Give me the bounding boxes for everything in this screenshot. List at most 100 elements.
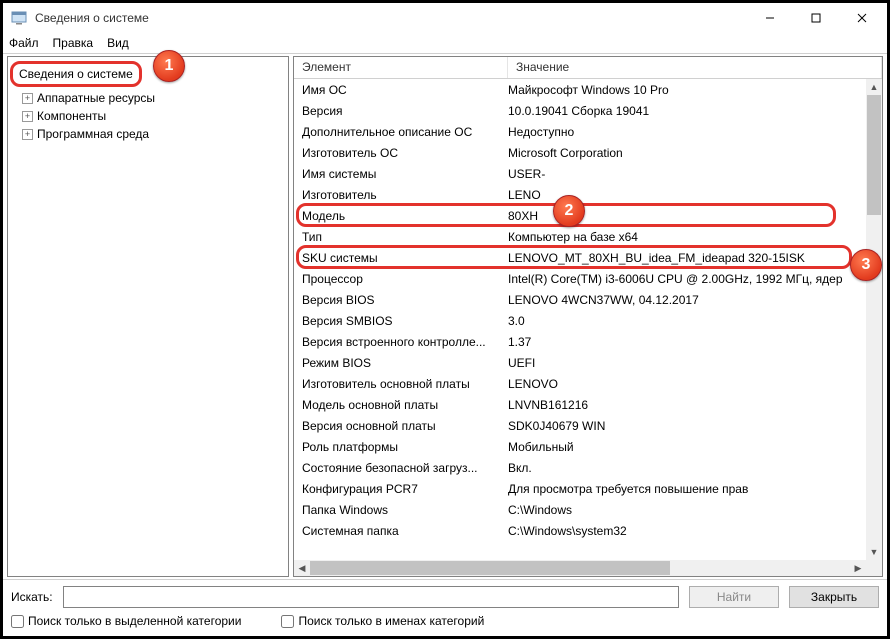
tree-item-components[interactable]: + Компоненты bbox=[22, 107, 286, 125]
cell-element: Режим BIOS bbox=[294, 356, 508, 370]
table-row[interactable]: Роль платформыМобильный bbox=[294, 436, 866, 457]
scroll-track[interactable] bbox=[310, 560, 850, 576]
table-row[interactable]: Папка WindowsC:\Windows bbox=[294, 499, 866, 520]
scroll-left-icon[interactable]: ◀ bbox=[294, 560, 310, 576]
cell-element: Изготовитель ОС bbox=[294, 146, 508, 160]
cell-value: Майкрософт Windows 10 Pro bbox=[508, 83, 866, 97]
horizontal-scrollbar[interactable]: ◀ ▶ bbox=[294, 560, 866, 576]
list-body: Имя ОСМайкрософт Windows 10 ProВерсия10.… bbox=[294, 79, 882, 576]
window-title: Сведения о системе bbox=[35, 11, 747, 25]
tree-children: + Аппаратные ресурсы + Компоненты + Прог… bbox=[22, 89, 286, 143]
table-row[interactable]: Системная папкаC:\Windows\system32 bbox=[294, 520, 866, 541]
menu-view[interactable]: Вид bbox=[107, 36, 129, 50]
titlebar: Сведения о системе bbox=[3, 3, 887, 33]
cell-value: 80XH bbox=[508, 209, 866, 223]
checkbox-label: Поиск только в выделенной категории bbox=[28, 614, 241, 628]
cell-element: Модель основной платы bbox=[294, 398, 508, 412]
column-element[interactable]: Элемент bbox=[294, 57, 508, 78]
cell-value: 3.0 bbox=[508, 314, 866, 328]
tree-item-label: Программная среда bbox=[37, 127, 149, 141]
expand-icon[interactable]: + bbox=[22, 111, 33, 122]
cell-element: Версия bbox=[294, 104, 508, 118]
search-input[interactable] bbox=[63, 586, 679, 608]
maximize-button[interactable] bbox=[793, 3, 839, 33]
scroll-track[interactable] bbox=[866, 95, 882, 544]
only-category-names-checkbox[interactable]: Поиск только в именах категорий bbox=[281, 614, 484, 628]
system-info-window: Сведения о системе Файл Правка Вид Сведе… bbox=[0, 0, 890, 639]
table-row[interactable]: Изготовитель ОСMicrosoft Corporation bbox=[294, 142, 866, 163]
tree-item-software-env[interactable]: + Программная среда bbox=[22, 125, 286, 143]
table-row[interactable]: Изготовитель основной платыLENOVO bbox=[294, 373, 866, 394]
menubar: Файл Правка Вид bbox=[3, 33, 887, 53]
cell-element: Имя ОС bbox=[294, 83, 508, 97]
cell-element: Версия SMBIOS bbox=[294, 314, 508, 328]
scroll-up-icon[interactable]: ▲ bbox=[866, 79, 882, 95]
search-panel: Искать: Найти Закрыть Поиск только в выд… bbox=[3, 579, 887, 636]
tree-item-hardware[interactable]: + Аппаратные ресурсы bbox=[22, 89, 286, 107]
cell-value: Для просмотра требуется повышение прав bbox=[508, 482, 866, 496]
cell-element: Системная папка bbox=[294, 524, 508, 538]
cell-element: Модель bbox=[294, 209, 508, 223]
cell-value: Мобильный bbox=[508, 440, 866, 454]
cell-value: SDK0J40679 WIN bbox=[508, 419, 866, 433]
cell-element: Состояние безопасной загруз... bbox=[294, 461, 508, 475]
minimize-button[interactable] bbox=[747, 3, 793, 33]
table-row[interactable]: Версия BIOSLENOVO 4WCN37WW, 04.12.2017 bbox=[294, 289, 866, 310]
table-row[interactable]: Конфигурация PCR7Для просмотра требуется… bbox=[294, 478, 866, 499]
category-tree[interactable]: Сведения о системе + Аппаратные ресурсы … bbox=[7, 56, 289, 577]
close-button[interactable] bbox=[839, 3, 885, 33]
expand-icon[interactable]: + bbox=[22, 93, 33, 104]
tree-item-label: Компоненты bbox=[37, 109, 106, 123]
scroll-right-icon[interactable]: ▶ bbox=[850, 560, 866, 576]
cell-value: C:\Windows\system32 bbox=[508, 524, 866, 538]
table-row[interactable]: Режим BIOSUEFI bbox=[294, 352, 866, 373]
cell-element: Папка Windows bbox=[294, 503, 508, 517]
expand-icon[interactable]: + bbox=[22, 129, 33, 140]
search-row: Искать: Найти Закрыть bbox=[11, 586, 879, 608]
scroll-down-icon[interactable]: ▼ bbox=[866, 544, 882, 560]
table-row[interactable]: Модель основной платыLNVNB161216 bbox=[294, 394, 866, 415]
cell-value: LNVNB161216 bbox=[508, 398, 866, 412]
content-area: Сведения о системе + Аппаратные ресурсы … bbox=[3, 53, 887, 579]
table-row[interactable]: SKU системыLENOVO_MT_80XH_BU_idea_FM_ide… bbox=[294, 247, 866, 268]
table-row[interactable]: Версия10.0.19041 Сборка 19041 bbox=[294, 100, 866, 121]
close-search-button[interactable]: Закрыть bbox=[789, 586, 879, 608]
cell-element: Изготовитель bbox=[294, 188, 508, 202]
table-row[interactable]: Имя системыUSER- bbox=[294, 163, 866, 184]
table-row[interactable]: Версия встроенного контролле...1.37 bbox=[294, 331, 866, 352]
scroll-thumb[interactable] bbox=[867, 95, 881, 215]
tree-item-label: Аппаратные ресурсы bbox=[37, 91, 155, 105]
checkbox[interactable] bbox=[11, 615, 24, 628]
cell-value: LENOVO_MT_80XH_BU_idea_FM_ideapad 320-15… bbox=[508, 251, 866, 265]
cell-element: Версия основной платы bbox=[294, 419, 508, 433]
table-row[interactable]: ТипКомпьютер на базе x64 bbox=[294, 226, 866, 247]
table-row[interactable]: Версия SMBIOS3.0 bbox=[294, 310, 866, 331]
cell-value: LENO bbox=[508, 188, 866, 202]
table-row[interactable]: Состояние безопасной загруз...Вкл. bbox=[294, 457, 866, 478]
checkbox[interactable] bbox=[281, 615, 294, 628]
app-icon bbox=[9, 8, 29, 28]
tree-root-system-info[interactable]: Сведения о системе bbox=[10, 61, 142, 87]
table-row[interactable]: Версия основной платыSDK0J40679 WIN bbox=[294, 415, 866, 436]
scroll-thumb[interactable] bbox=[310, 561, 670, 575]
cell-value: Вкл. bbox=[508, 461, 866, 475]
table-row[interactable]: Имя ОСМайкрософт Windows 10 Pro bbox=[294, 79, 866, 100]
cell-value: Microsoft Corporation bbox=[508, 146, 866, 160]
cell-element: Имя системы bbox=[294, 167, 508, 181]
column-value[interactable]: Значение bbox=[508, 57, 882, 78]
checkbox-label: Поиск только в именах категорий bbox=[298, 614, 484, 628]
cell-value: LENOVO 4WCN37WW, 04.12.2017 bbox=[508, 293, 866, 307]
table-row[interactable]: Модель80XH bbox=[294, 205, 866, 226]
table-row[interactable]: ИзготовительLENO bbox=[294, 184, 866, 205]
menu-edit[interactable]: Правка bbox=[53, 36, 94, 50]
only-selected-category-checkbox[interactable]: Поиск только в выделенной категории bbox=[11, 614, 241, 628]
cell-element: Процессор bbox=[294, 272, 508, 286]
cell-value: 10.0.19041 Сборка 19041 bbox=[508, 104, 866, 118]
menu-file[interactable]: Файл bbox=[9, 36, 39, 50]
vertical-scrollbar[interactable]: ▲ ▼ bbox=[866, 79, 882, 560]
list-header: Элемент Значение bbox=[294, 57, 882, 79]
table-row[interactable]: ПроцессорIntel(R) Core(TM) i3-6006U CPU … bbox=[294, 268, 866, 289]
find-button[interactable]: Найти bbox=[689, 586, 779, 608]
cell-element: Версия встроенного контролле... bbox=[294, 335, 508, 349]
table-row[interactable]: Дополнительное описание ОСНедоступно bbox=[294, 121, 866, 142]
